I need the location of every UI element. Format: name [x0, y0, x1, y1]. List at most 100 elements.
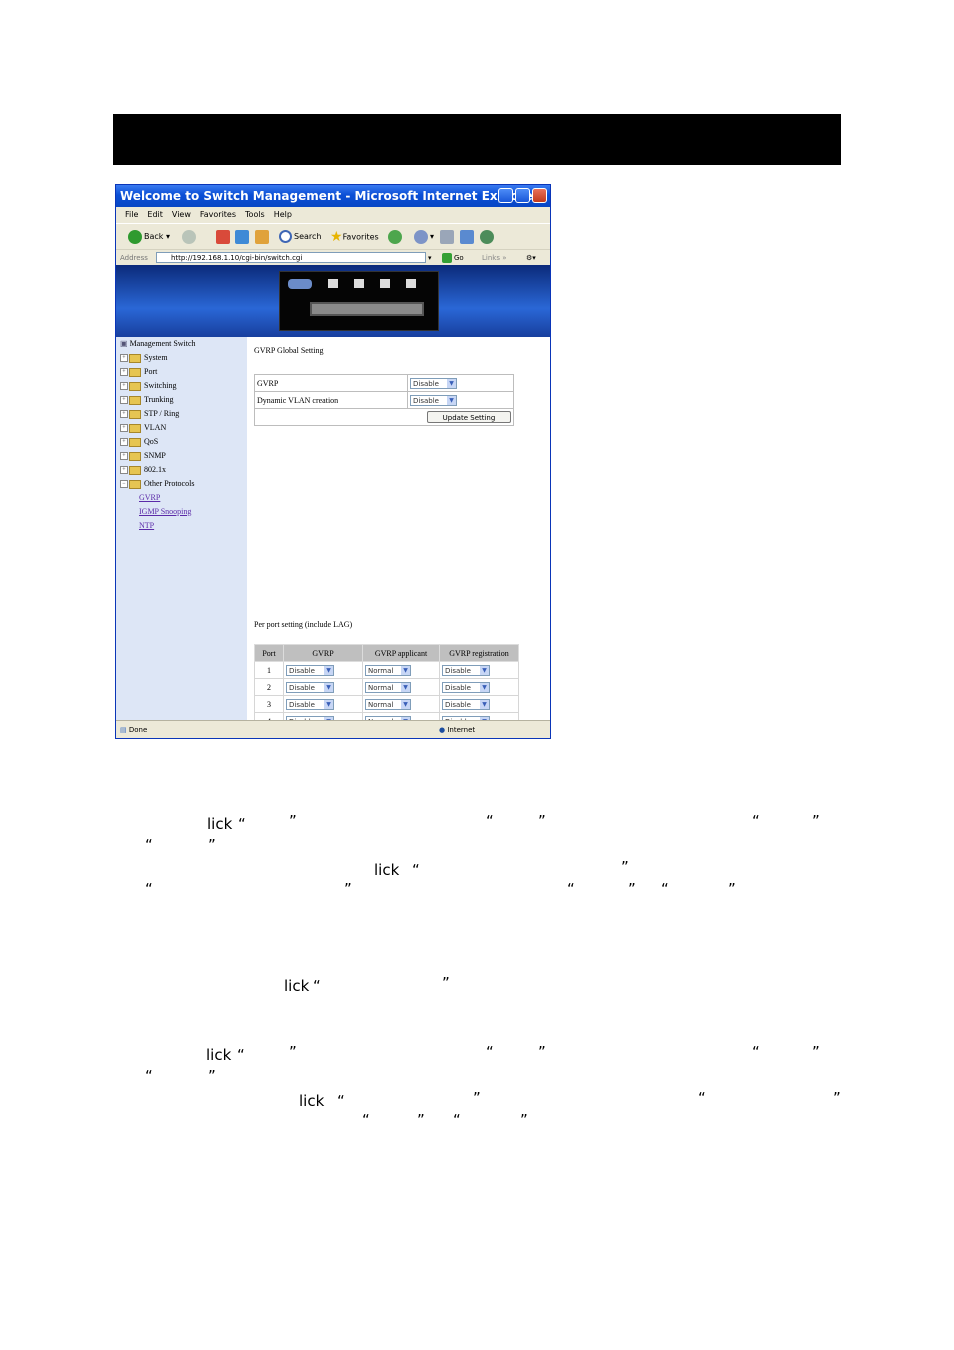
chevron-down-icon: ▼	[447, 395, 456, 405]
registration-cell: Disable▼	[439, 678, 519, 696]
expand-icon[interactable]: +	[120, 368, 128, 377]
go-button[interactable]: Go	[442, 250, 464, 266]
menu-item-favorites[interactable]: Favorites	[200, 210, 236, 219]
global-row-label: Dynamic VLAN creation	[254, 391, 408, 409]
history-button[interactable]	[388, 224, 404, 250]
sidebar-item-802-1x[interactable]: +802.1x	[120, 465, 166, 475]
table-row: Update Setting	[254, 408, 514, 426]
port-applicant-select[interactable]: Normal▼	[365, 681, 411, 693]
sidebar-item-label: STP / Ring	[144, 409, 180, 418]
applicant-cell: Normal▼	[362, 661, 440, 679]
address-dropdown-icon[interactable]: ▾	[428, 250, 432, 266]
sidebar-item-vlan[interactable]: + VLAN	[120, 423, 166, 433]
expand-icon[interactable]: −	[120, 480, 128, 489]
chevron-down-icon: ▼	[480, 682, 489, 692]
expand-icon[interactable]: +	[120, 396, 128, 405]
sidebar-item-label: System	[144, 353, 168, 362]
dynamic-vlan-select[interactable]: Disable ▼	[410, 394, 457, 406]
stop-button[interactable]	[216, 224, 232, 250]
sidebar-item-trunking[interactable]: + Trunking	[120, 395, 174, 405]
port-registration-select[interactable]: Disable▼	[442, 664, 490, 676]
menu-item-edit[interactable]: Edit	[147, 210, 163, 219]
sidebar-item-snmp[interactable]: + SNMP	[120, 451, 166, 461]
sidebar-item-label: Switching	[144, 381, 177, 390]
maximize-button[interactable]	[515, 188, 530, 203]
messenger-button[interactable]	[480, 224, 496, 250]
expand-icon[interactable]: +	[120, 452, 128, 461]
chevron-down-icon: ▼	[401, 665, 410, 675]
favorites-button[interactable]: ★Favorites	[330, 224, 379, 251]
refresh-button[interactable]	[235, 224, 251, 250]
table-header-row: Port GVRP GVRP applicant GVRP registrati…	[254, 644, 519, 662]
sidebar-item-system[interactable]: + System	[120, 353, 168, 363]
sidebar-item-other-protocols[interactable]: − Other Protocols	[120, 479, 194, 489]
sidebar-item-qos[interactable]: + QoS	[120, 437, 158, 447]
port-gvrp-select[interactable]: Disable▼	[286, 681, 334, 693]
instruction-word: lick	[206, 1046, 232, 1064]
sidebar-item-port[interactable]: + Port	[120, 367, 157, 377]
expand-icon[interactable]: +	[120, 382, 128, 391]
quote-mark: “	[486, 1043, 494, 1061]
folder-icon	[129, 465, 141, 475]
menu-item-help[interactable]: Help	[274, 210, 292, 219]
port-registration-select[interactable]: Disable▼	[442, 698, 490, 710]
expand-icon[interactable]: +	[120, 410, 128, 419]
sidebar-item-stp-ring[interactable]: + STP / Ring	[120, 409, 179, 419]
menu-item-tools[interactable]: Tools	[245, 210, 265, 219]
menu-bar: File Edit View Favorites Tools Help	[116, 207, 550, 223]
back-arrow-icon	[128, 229, 142, 244]
sidebar-link-gvrp[interactable]: GVRP	[139, 493, 160, 502]
browser-window: Welcome to Switch Management - Microsoft…	[115, 184, 551, 739]
expand-icon[interactable]: +	[120, 354, 128, 363]
menu-item-file[interactable]: File	[125, 210, 138, 219]
gvrp-select[interactable]: Disable ▼	[410, 377, 457, 389]
edit-button[interactable]	[460, 224, 476, 250]
address-label: Address	[120, 254, 148, 262]
refresh-icon	[235, 229, 249, 244]
port-gvrp-select[interactable]: Disable▼	[286, 664, 334, 676]
main-content: GVRP Global Setting GVRP Disable ▼ Dynami…	[247, 337, 550, 738]
sidebar-item-switching[interactable]: + Switching	[120, 381, 176, 391]
back-button[interactable]: Back ▾	[128, 224, 170, 250]
print-icon	[440, 229, 454, 244]
messenger-icon	[480, 229, 494, 244]
tools-menu-icon[interactable]: ⚙▾	[526, 250, 536, 266]
update-global-setting-button[interactable]: Update Setting	[427, 411, 511, 423]
mail-button[interactable]: ▾	[414, 224, 434, 250]
sidebar-item-label: Trunking	[144, 395, 174, 404]
port-applicant-select[interactable]: Normal▼	[365, 664, 411, 676]
expand-icon[interactable]: +	[120, 466, 128, 475]
links-button[interactable]: Links »	[482, 250, 507, 266]
close-button[interactable]	[532, 188, 547, 203]
applicant-cell: Normal▼	[362, 678, 440, 696]
quote-mark: ”	[520, 1111, 528, 1129]
tree-root[interactable]: ▣ Management Switch	[120, 339, 196, 348]
quote-mark: ”	[812, 812, 820, 830]
home-button[interactable]	[255, 224, 271, 250]
quote-mark: ”	[289, 812, 297, 830]
global-row-value-cell: Disable ▼	[407, 374, 514, 392]
url-input[interactable]: http://192.168.1.10/cgi-bin/switch.cgi	[156, 252, 426, 263]
forward-button[interactable]	[182, 224, 198, 250]
sidebar-item-label: VLAN	[144, 423, 167, 432]
port-registration-select[interactable]: Disable▼	[442, 681, 490, 693]
search-button[interactable]: Search	[279, 224, 321, 250]
gvrp-cell: Disable▼	[283, 661, 363, 679]
sidebar-link-ntp[interactable]: NTP	[139, 521, 154, 530]
sidebar-link-igmp-snooping[interactable]: IGMP Snooping	[139, 507, 191, 516]
quote-mark: “	[313, 977, 321, 995]
port-applicant-select[interactable]: Normal▼	[365, 698, 411, 710]
column-header: Port	[254, 644, 284, 662]
window-title: Welcome to Switch Management - Microsoft…	[120, 189, 539, 203]
instruction-word: lick	[284, 977, 310, 995]
minimize-button[interactable]	[498, 188, 513, 203]
expand-icon[interactable]: +	[120, 424, 128, 433]
port-gvrp-select[interactable]: Disable▼	[286, 698, 334, 710]
expand-icon[interactable]: +	[120, 438, 128, 447]
title-bar: Welcome to Switch Management - Microsoft…	[116, 185, 550, 207]
switch-ports-graphic	[288, 279, 424, 316]
menu-item-view[interactable]: View	[172, 210, 191, 219]
quote-mark: ”	[628, 880, 636, 898]
home-icon	[255, 229, 269, 244]
print-button[interactable]	[440, 224, 456, 250]
